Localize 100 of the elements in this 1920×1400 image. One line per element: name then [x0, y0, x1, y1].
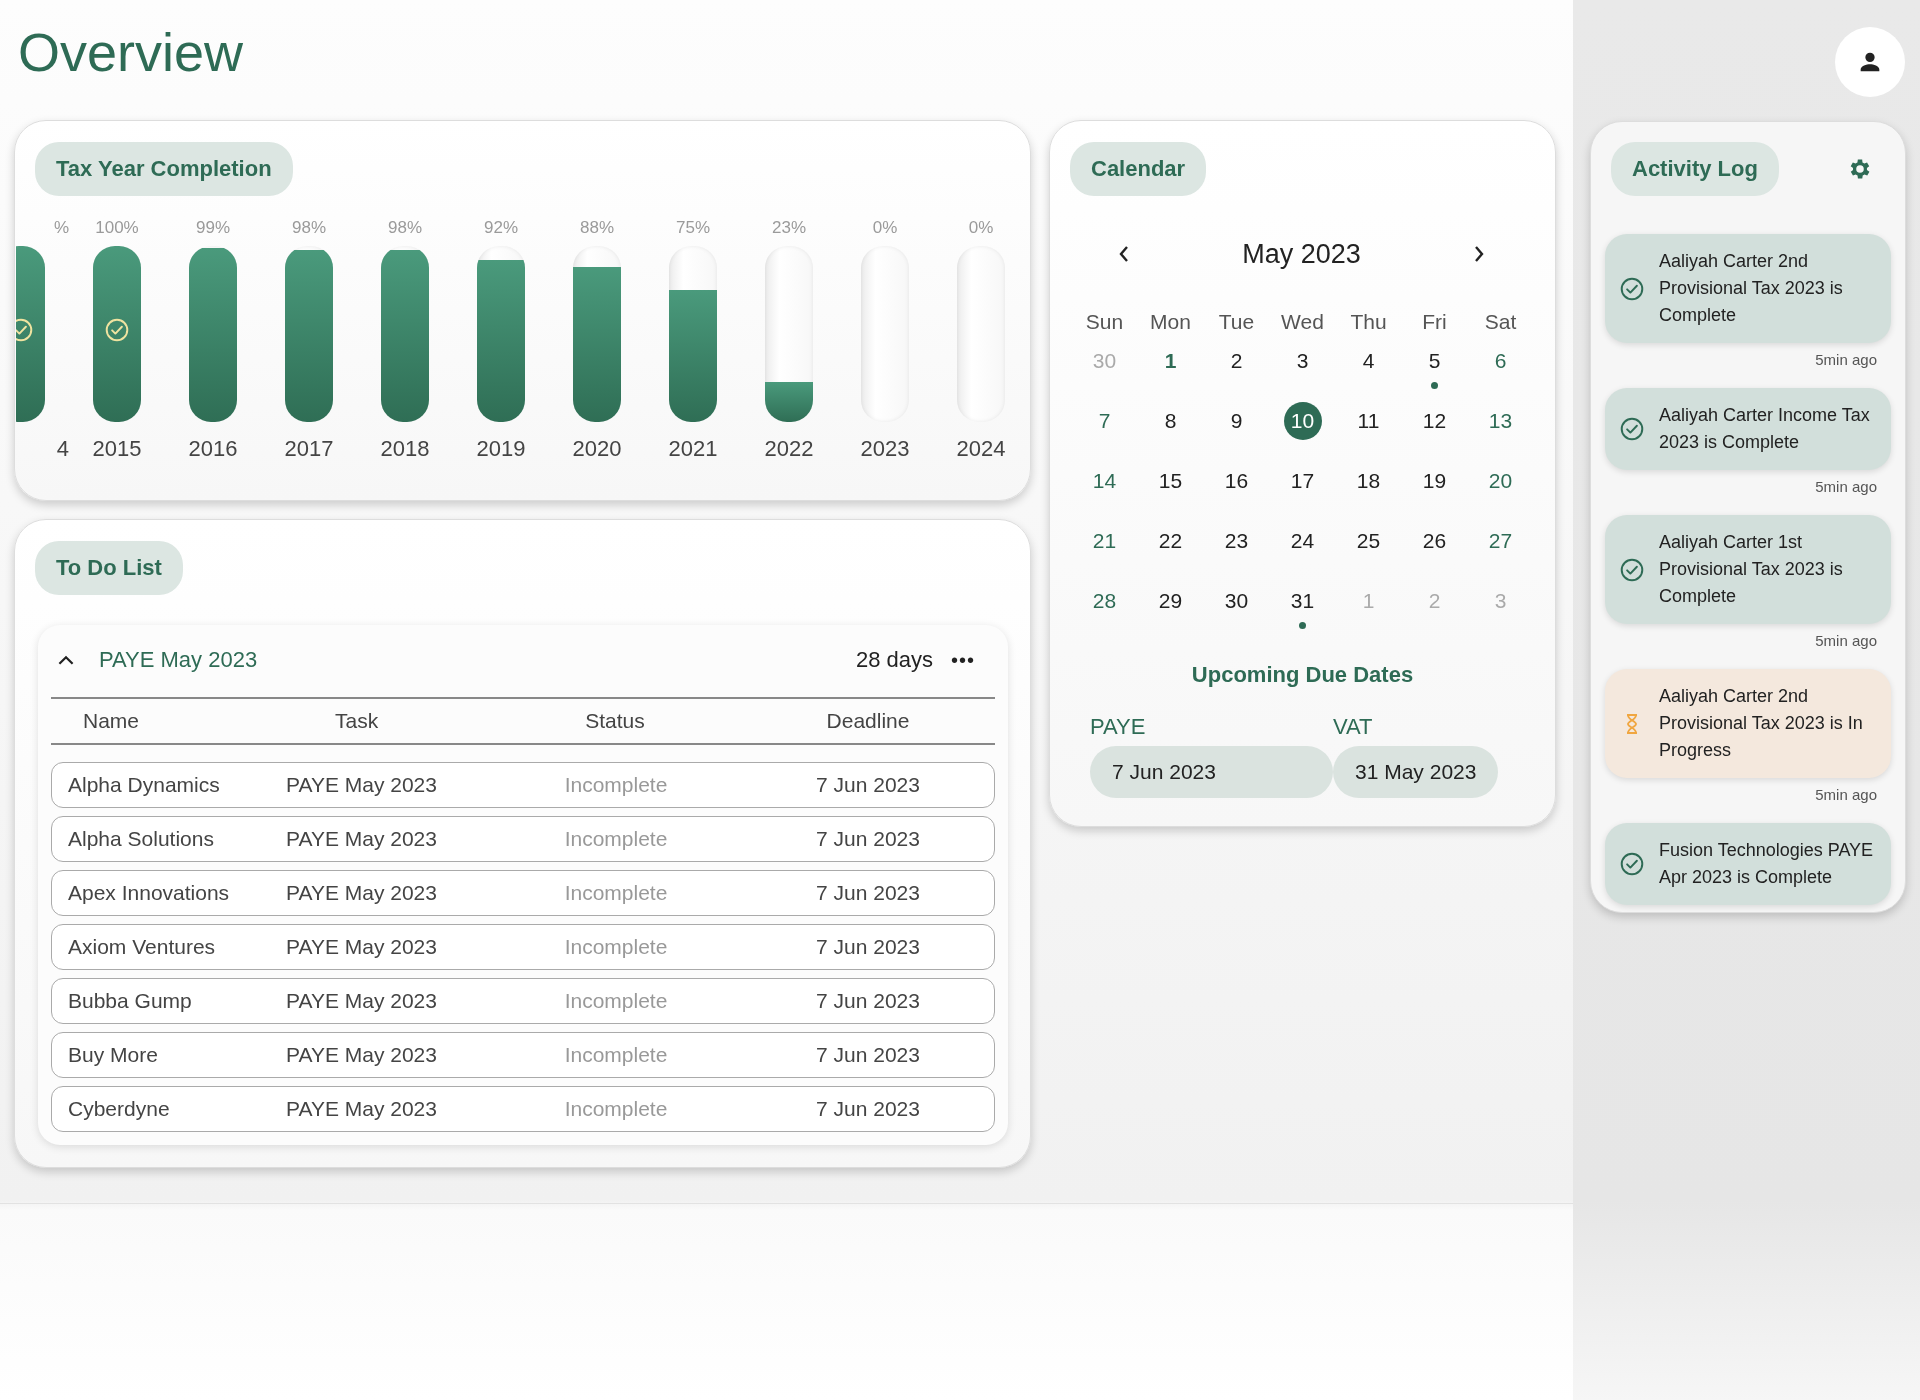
table-cell-text: Alpha Solutions [67, 827, 215, 851]
date-button[interactable]: 8 [1151, 402, 1190, 440]
activity-item[interactable]: Aaliyah Carter 2nd Provisional Tax 2023 is In Progress [1605, 669, 1891, 778]
activity-text: Aaliyah Carter 2nd Provisional Tax 2023 is Complete [1659, 250, 1844, 327]
date-button[interactable]: 19 [1415, 462, 1454, 500]
activity-item[interactable]: Aaliyah Carter 1st Provisional Tax 2023 is Complete [1605, 515, 1891, 624]
date-button[interactable]: 23 [1217, 522, 1256, 560]
check-circle-icon [1619, 851, 1645, 877]
activity-text: Aaliyah Carter 2nd Provisional Tax 2023 is In Progress [1659, 685, 1864, 762]
activity-item[interactable]: Aaliyah Carter 2nd Provisional Tax 2023 is Complete [1605, 234, 1891, 343]
activity-item[interactable]: Aaliyah Carter Income Tax 2023 is Complete [1605, 388, 1891, 470]
activity-item[interactable]: Fusion Technologies PAYE Apr 2023 is Complete [1605, 823, 1891, 905]
table-cell-text: PAYE May 2023 [286, 773, 438, 797]
percent-label: 0% [968, 218, 994, 239]
percent-label: 88% [580, 218, 614, 239]
due-label: VAT [1333, 714, 1374, 740]
weekday-label: Tue [1217, 309, 1256, 335]
table-row[interactable]: Bubba Gump PAYE May 2023 Incomplete 7 Jun 2023 [51, 978, 995, 1024]
date-button[interactable]: 6 [1481, 342, 1520, 380]
check-circle-icon [1619, 556, 1645, 583]
percent-label: 98% [292, 218, 326, 239]
year-label: 2018 [380, 436, 430, 462]
table-cell-text: PAYE May 2023 [286, 1043, 438, 1067]
date-button[interactable]: 9 [1217, 402, 1256, 440]
activity-text: Aaliyah Carter Income Tax 2023 is Complete [1659, 404, 1871, 454]
table-row[interactable]: Buy More PAYE May 2023 Incomplete 7 Jun 2023 [51, 1032, 995, 1078]
date-button[interactable]: 30 [1217, 582, 1256, 620]
caret-icon[interactable] [57, 654, 75, 666]
date-button[interactable]: 22 [1151, 522, 1190, 560]
timestamp: 5min ago [1814, 350, 1878, 370]
table-cell-text: Apex Innovations [67, 881, 231, 905]
date-button[interactable]: 4 [1349, 342, 1388, 380]
table-cell-text: PAYE May 2023 [286, 1097, 438, 1121]
date-button[interactable]: 2 [1217, 342, 1256, 380]
table-cell-text: 7 Jun 2023 [815, 935, 921, 959]
date-button[interactable]: 25 [1349, 522, 1388, 560]
timestamp: 5min ago [1814, 785, 1878, 805]
group-title: PAYE May 2023 [99, 647, 259, 673]
date-button[interactable]: 27 [1481, 522, 1520, 560]
date-button[interactable]: 26 [1415, 522, 1454, 560]
year-label: 2021 [668, 436, 718, 462]
date-button[interactable]: 1 [1151, 342, 1190, 380]
date-button[interactable]: 16 [1217, 462, 1256, 500]
date-button[interactable]: 17 [1283, 462, 1322, 500]
year-label: 2016 [188, 436, 238, 462]
percent-label: % [53, 218, 69, 239]
year-label: 2015 [92, 436, 142, 462]
date-button[interactable]: 12 [1415, 402, 1454, 440]
date-button[interactable]: 21 [1085, 522, 1124, 560]
table-cell-text: PAYE May 2023 [286, 881, 438, 905]
percent-label: 92% [484, 218, 518, 239]
date-button[interactable]: 14 [1085, 462, 1124, 500]
table-cell-text: Alpha Dynamics [67, 773, 221, 797]
column-header: Name [82, 709, 141, 733]
date-button[interactable]: 29 [1151, 582, 1190, 620]
date-button[interactable]: 11 [1349, 402, 1388, 440]
check-circle-icon [1619, 275, 1645, 302]
table-cell-text: 7 Jun 2023 [815, 881, 921, 905]
more-button[interactable]: ••• [951, 648, 989, 672]
date-button[interactable]: 10 [1283, 402, 1322, 440]
due-date-chip: 31 May 2023 [1333, 746, 1499, 798]
table-cell-text: 7 Jun 2023 [815, 989, 921, 1013]
card-title: Activity Log [1611, 142, 1779, 196]
date-button[interactable]: 24 [1283, 522, 1322, 560]
activity-text: Fusion Technologies PAYE Apr 2023 is Complete [1659, 839, 1875, 889]
table-row[interactable]: Cyberdyne PAYE May 2023 Incomplete 7 Jun 2023 [51, 1086, 995, 1132]
weekday-label: Mon [1149, 309, 1192, 335]
due-date-chip: 7 Jun 2023 [1090, 746, 1333, 798]
year-label: 2017 [284, 436, 334, 462]
column-header: Task [334, 709, 380, 733]
date-button[interactable]: 3 [1283, 342, 1322, 380]
date-button[interactable]: 18 [1349, 462, 1388, 500]
column-header: Deadline [825, 709, 911, 733]
date-button[interactable]: 13 [1481, 402, 1520, 440]
year-label: 2022 [764, 436, 814, 462]
table-cell-text: Incomplete [563, 881, 669, 905]
table-row[interactable]: Alpha Solutions PAYE May 2023 Incomplete 7 Jun 2023 [51, 816, 995, 862]
date-button[interactable]: 20 [1481, 462, 1520, 500]
table-cell-text: Incomplete [563, 827, 669, 851]
table-row[interactable]: Alpha Dynamics PAYE May 2023 Incomplete 7 Jun 2023 [51, 762, 995, 808]
table-cell-text: Incomplete [563, 773, 669, 797]
year-label: 2019 [476, 436, 526, 462]
page-title: Overview [18, 22, 245, 84]
table-cell-text: 7 Jun 2023 [815, 1097, 921, 1121]
date-button[interactable]: 31 [1283, 582, 1322, 620]
date-button[interactable]: 7 [1085, 402, 1124, 440]
weekday-label: Wed [1280, 309, 1325, 335]
table-cell-text: Incomplete [563, 1043, 669, 1067]
previous-month-button[interactable] [1118, 244, 1130, 264]
table-row[interactable]: Axiom Ventures PAYE May 2023 Incomplete 7 Jun 2023 [51, 924, 995, 970]
date-button[interactable]: 28 [1085, 582, 1124, 620]
card-title: Calendar [1070, 142, 1207, 196]
percent-label: 100% [95, 218, 139, 239]
weekday-label: Thu [1349, 309, 1388, 335]
month-title: May 2023 [1242, 238, 1361, 270]
next-month-button[interactable] [1473, 244, 1485, 264]
table-cell-text: Cyberdyne [67, 1097, 171, 1121]
table-row[interactable]: Apex Innovations PAYE May 2023 Incomplete 7 Jun 2023 [51, 870, 995, 916]
date-button[interactable]: 5 [1415, 342, 1454, 380]
date-button[interactable]: 15 [1151, 462, 1190, 500]
